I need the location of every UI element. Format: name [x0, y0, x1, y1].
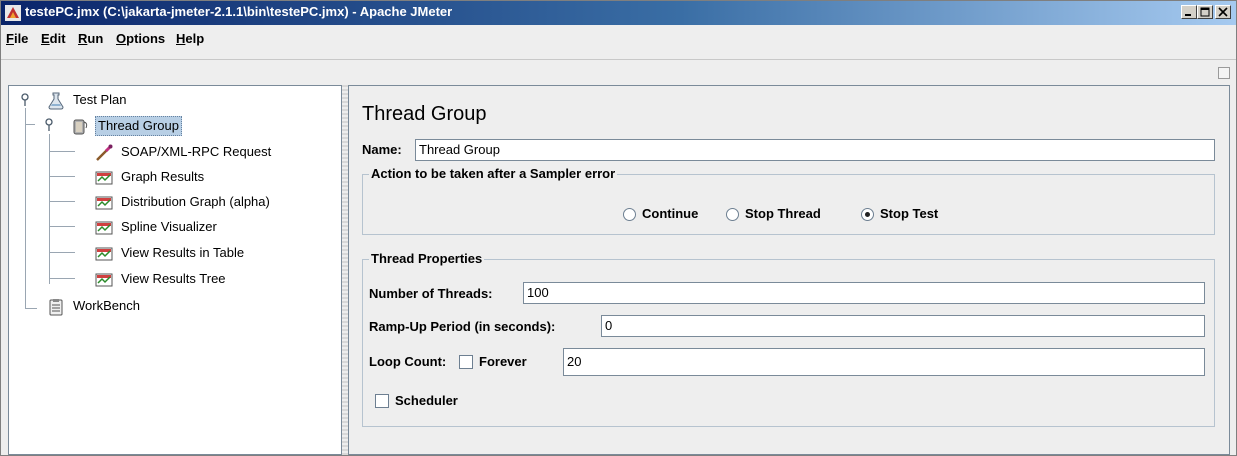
tree-label: Distribution Graph (alpha)	[121, 194, 270, 209]
close-button[interactable]	[1215, 5, 1231, 19]
thread-properties-group: Thread Properties Number of Threads: 100…	[362, 251, 1215, 427]
tree-label: Graph Results	[121, 169, 205, 184]
menu-edit[interactable]: Edit	[41, 31, 66, 46]
sampler-error-legend: Action to be taken after a Sampler error	[369, 166, 618, 181]
maximize-icon	[1200, 7, 1210, 17]
pipette-icon	[96, 144, 113, 161]
scheduler-label[interactable]: Scheduler	[395, 393, 458, 408]
status-indicator	[1218, 67, 1230, 79]
tree-label: View Results in Table	[121, 245, 245, 260]
spool-icon	[73, 119, 88, 135]
graph-icon	[95, 196, 113, 210]
flask-icon	[48, 92, 64, 110]
menu-options[interactable]: Options	[116, 31, 165, 46]
threads-field[interactable]: 100	[523, 282, 1205, 304]
tree-label: View Results Tree	[121, 271, 226, 286]
continue-label[interactable]: Continue	[642, 206, 698, 221]
loop-count-label: Loop Count:	[369, 354, 447, 369]
tree-label: Spline Visualizer	[121, 219, 217, 234]
loop-count-field[interactable]: 20	[563, 348, 1205, 376]
continue-radio[interactable]	[623, 208, 636, 221]
thread-group-panel: Thread Group Name: Thread Group Action t…	[348, 85, 1230, 455]
menu-help[interactable]: Help	[176, 31, 204, 46]
scheduler-checkbox[interactable]	[375, 394, 389, 408]
rampup-field[interactable]: 0	[601, 315, 1205, 337]
clipboard-icon	[49, 299, 63, 316]
title-bar[interactable]: testePC.jmx (C:\jakarta-jmeter-2.1.1\bin…	[1, 1, 1236, 25]
stop-thread-radio[interactable]	[726, 208, 739, 221]
menu-bar: File Edit Run Options Help	[1, 25, 1236, 60]
minimize-icon	[1185, 14, 1191, 16]
graph-icon	[95, 221, 113, 235]
tree-label: WorkBench	[73, 298, 140, 313]
stop-test-radio[interactable]	[861, 208, 874, 221]
graph-icon	[95, 247, 113, 261]
expand-toggle-icon[interactable]	[43, 118, 55, 132]
toolbar-strip	[1, 60, 1236, 84]
radio-selected-dot	[865, 212, 870, 217]
test-tree-panel[interactable]: Test Plan Thread Group SOAP/XML-RPC Requ…	[8, 85, 342, 455]
jmeter-app-icon	[5, 5, 21, 21]
stop-thread-label[interactable]: Stop Thread	[745, 206, 821, 221]
stop-test-label[interactable]: Stop Test	[880, 206, 938, 221]
tree-label: Test Plan	[73, 92, 127, 107]
thread-properties-legend: Thread Properties	[369, 251, 485, 266]
tree-label: SOAP/XML-RPC Request	[121, 144, 272, 159]
sampler-error-action-group: Action to be taken after a Sampler error…	[362, 166, 1215, 235]
tree-label-selected: Thread Group	[95, 116, 182, 136]
graph-icon	[95, 171, 113, 185]
menu-file[interactable]: File	[6, 31, 28, 46]
name-label: Name:	[362, 142, 402, 157]
threads-label: Number of Threads:	[369, 286, 493, 301]
forever-checkbox[interactable]	[459, 355, 473, 369]
expand-toggle-icon[interactable]	[19, 93, 31, 107]
minimize-button[interactable]	[1181, 5, 1197, 19]
jmeter-window: testePC.jmx (C:\jakarta-jmeter-2.1.1\bin…	[0, 0, 1237, 456]
maximize-button[interactable]	[1197, 5, 1213, 19]
name-field[interactable]: Thread Group	[415, 139, 1215, 161]
panel-title: Thread Group	[362, 103, 487, 125]
rampup-label: Ramp-Up Period (in seconds):	[369, 319, 556, 334]
menu-run[interactable]: Run	[78, 31, 103, 46]
forever-label[interactable]: Forever	[479, 354, 527, 369]
window-title: testePC.jmx (C:\jakarta-jmeter-2.1.1\bin…	[25, 4, 453, 19]
close-icon	[1218, 7, 1228, 17]
graph-icon	[95, 273, 113, 287]
